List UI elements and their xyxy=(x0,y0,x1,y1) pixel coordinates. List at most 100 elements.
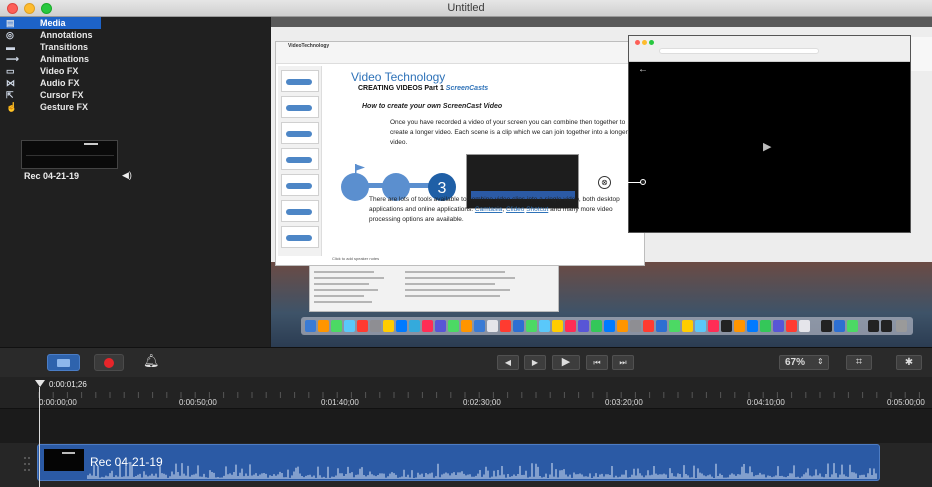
slides-toolbar: VideoTechnology xyxy=(276,42,644,64)
step-forward-button[interactable]: ▶ xyxy=(524,355,546,370)
dock-app-icon xyxy=(786,320,797,332)
skip-back-button[interactable]: ⏮ xyxy=(586,355,608,370)
dock-app-icon xyxy=(721,320,732,332)
browser-chrome xyxy=(629,36,910,62)
finder-row xyxy=(405,283,495,285)
crop-button[interactable]: ⌗ xyxy=(846,355,872,370)
slide-thumbnail xyxy=(281,70,319,92)
rewind-button[interactable]: ◀ xyxy=(497,355,519,370)
sidebar-item-animations[interactable]: ⟶ Animations xyxy=(0,53,101,65)
timeline[interactable]: 0:00:01;26 0:00:00;00 0:00:50;00 0:01:40… xyxy=(0,377,932,487)
sidebar-item-audio-fx[interactable]: ⋈ Audio FX xyxy=(0,77,101,89)
rotate-handle-icon[interactable]: ⊗ xyxy=(598,176,611,189)
thumbnail-detail xyxy=(84,143,98,145)
finder-row xyxy=(314,289,378,291)
skip-forward-button[interactable]: ⏭ xyxy=(612,355,634,370)
sidebar-item-video-fx[interactable]: ▭ Video FX xyxy=(0,65,101,77)
finder-row xyxy=(314,277,384,279)
clideo-link[interactable]: Clideo xyxy=(506,206,524,213)
sidebar-item-cursor-fx[interactable]: ⇱ Cursor FX xyxy=(0,89,101,101)
dock-app-icon xyxy=(847,320,858,332)
dock-app-icon xyxy=(760,320,771,332)
playhead-handle[interactable] xyxy=(35,380,45,387)
shotcut-link[interactable]: Shotcut xyxy=(526,206,548,213)
dock-app-icon xyxy=(396,320,407,332)
dock-app-icon xyxy=(305,320,316,332)
back-arrow-icon: ← xyxy=(638,64,648,75)
playback-toolbar: 🔔︎ ◀ ▶ ▶ ⏮ ⏭ 67% ⇕ ⌗ ✱ xyxy=(0,347,932,377)
crop-icon: ⌗ xyxy=(855,356,863,368)
ruler-ticks xyxy=(38,392,920,398)
video-fx-icon: ▭ xyxy=(6,66,15,76)
sidebar-item-label: Media xyxy=(40,18,66,28)
dock-app-icon xyxy=(578,320,589,332)
dock-app-icon xyxy=(799,320,810,332)
sidebar-item-label: Video FX xyxy=(40,66,79,76)
thumbnail-graphic xyxy=(286,235,312,241)
track-drag-handle[interactable] xyxy=(22,454,32,474)
sidebar-item-annotations[interactable]: ◎ Annotations xyxy=(0,29,101,41)
video-play-icon: ▶ xyxy=(763,141,772,153)
record-icon xyxy=(104,358,114,368)
tick-label: 0:02:30;00 xyxy=(463,398,501,407)
tick-label: 0:00:00;00 xyxy=(39,398,77,407)
thumbnail-graphic xyxy=(286,209,312,215)
skip-back-icon: ⏮ xyxy=(593,358,601,367)
thumbnail-graphic xyxy=(286,131,312,137)
resize-handle[interactable] xyxy=(640,179,646,185)
dock-app-icon xyxy=(868,320,879,332)
media-icon: ▤ xyxy=(6,18,15,28)
sidebar-item-gesture-fx[interactable]: ☝ Gesture FX xyxy=(0,101,101,113)
alert-bell-icon[interactable]: 🔔︎ xyxy=(143,353,160,369)
playhead-line xyxy=(39,387,40,487)
play-button[interactable]: ▶ xyxy=(552,355,580,370)
timeline-clip-thumbnail xyxy=(44,449,84,471)
browser-address-bar xyxy=(659,48,819,54)
tick-label: 0:03:20;00 xyxy=(605,398,643,407)
sidebar-item-label: Gesture FX xyxy=(40,102,89,112)
camtasia-link[interactable]: Camtasia xyxy=(475,206,502,213)
dock-app-icon xyxy=(591,320,602,332)
dock-app-icon xyxy=(565,320,576,332)
speaker-notes: Click to add speaker notes xyxy=(332,256,380,261)
animations-icon: ⟶ xyxy=(6,54,19,64)
sidebar: ▤ Media ◎ Annotations ▬ Transitions ⟶ An… xyxy=(0,17,270,347)
dock-app-icon xyxy=(526,320,537,332)
slide-thumbnails xyxy=(278,66,322,256)
tick-label: 0:01:40;00 xyxy=(321,398,359,407)
tick-label: 0:05:00;00 xyxy=(887,398,925,407)
timeline-ruler[interactable]: 0:00:01;26 0:00:00;00 0:00:50;00 0:01:40… xyxy=(0,377,932,409)
sidebar-item-label: Audio FX xyxy=(40,78,80,88)
zoom-stepper-icon: ⇕ xyxy=(817,357,824,366)
slide: Video Technology CREATING VIDEOS Part 1 … xyxy=(324,68,642,262)
dock-app-icon xyxy=(656,320,667,332)
dock-app-icon xyxy=(734,320,745,332)
dock-app-icon xyxy=(409,320,420,332)
dock-app-icon xyxy=(821,320,832,332)
preview-canvas[interactable]: VideoTechnology Video Technology CREATIN… xyxy=(271,17,932,347)
dock-app-icon xyxy=(422,320,433,332)
camera-record-button[interactable] xyxy=(47,354,80,371)
dock-app-icon xyxy=(474,320,485,332)
media-clip-thumbnail[interactable] xyxy=(21,140,118,169)
sidebar-item-transitions[interactable]: ▬ Transitions xyxy=(0,41,101,53)
timeline-clip[interactable]: Rec 04-21-19 xyxy=(37,444,880,481)
dock-app-icon xyxy=(604,320,615,332)
dock-app-icon xyxy=(357,320,368,332)
finder-row xyxy=(314,295,364,297)
thumbnail-graphic xyxy=(286,157,312,163)
gesture-fx-icon: ☝ xyxy=(6,102,18,112)
settings-button[interactable]: ✱ xyxy=(896,355,922,370)
cursor-fx-icon: ⇱ xyxy=(6,90,14,100)
dock-app-icon xyxy=(682,320,693,332)
video-browser-window: ← ▶ xyxy=(628,35,911,233)
slide-paragraph: Once you have recorded a video of your s… xyxy=(390,119,628,146)
dock-app-icon xyxy=(487,320,498,332)
record-button[interactable] xyxy=(94,354,124,371)
finder-row xyxy=(405,289,510,291)
sidebar-item-label: Cursor FX xyxy=(40,90,84,100)
sidebar-item-media[interactable]: ▤ Media xyxy=(0,17,101,29)
slide-thumbnail xyxy=(281,174,319,196)
zoom-select[interactable]: 67% ⇕ xyxy=(779,355,829,370)
dock-app-icon xyxy=(881,320,892,332)
